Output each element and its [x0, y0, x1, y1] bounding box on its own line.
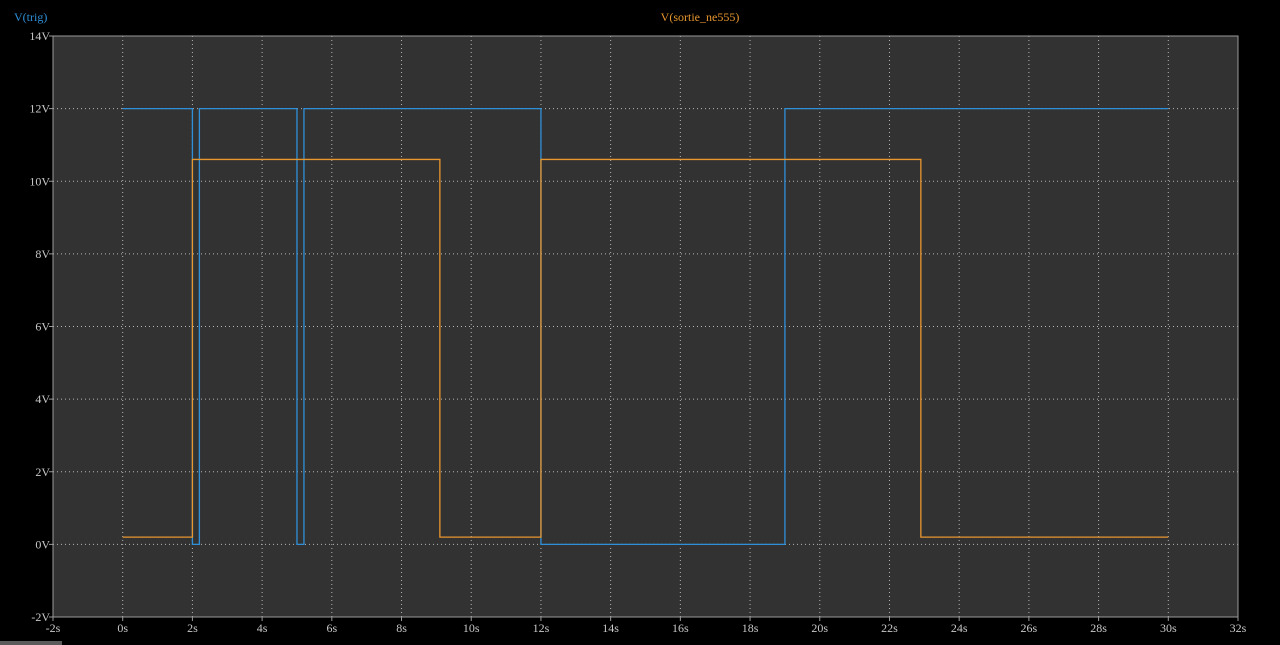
- waveform-plot[interactable]: -2s 0s 2s 4s 6s 8s 10s 12s 14s 16s 18s 20s 22s 24s 26s…: [0, 0, 1280, 645]
- y-tick-label: 2V: [35, 465, 50, 479]
- x-tick-label: 28s: [1090, 621, 1107, 635]
- x-tick-label: 4s: [257, 621, 268, 635]
- x-tick-label: 26s: [1021, 621, 1038, 635]
- x-tick-label: 14s: [602, 621, 619, 635]
- y-tick-label: 12V: [29, 102, 50, 116]
- y-tick-label: 4V: [35, 392, 50, 406]
- y-tick-label: 10V: [29, 174, 50, 188]
- x-tick-label: 24s: [951, 621, 968, 635]
- x-tick-label: 32s: [1230, 621, 1247, 635]
- y-tick-label: 8V: [35, 247, 50, 261]
- x-tick-label: 30s: [1160, 621, 1177, 635]
- y-tick-label: 0V: [35, 537, 50, 551]
- x-tick-label: 6s: [326, 621, 337, 635]
- x-tick-label: 16s: [672, 621, 689, 635]
- x-tick-label: 2s: [187, 621, 198, 635]
- y-tick-label: 14V: [29, 29, 50, 43]
- horizontal-scrollbar[interactable]: [0, 641, 62, 645]
- x-tick-label: 0s: [117, 621, 128, 635]
- x-tick-label: 20s: [811, 621, 828, 635]
- y-tick-label: -2V: [31, 610, 50, 624]
- x-tick-label: 12s: [533, 621, 550, 635]
- y-tick-label: 6V: [35, 320, 50, 334]
- x-tick-label: 22s: [881, 621, 898, 635]
- legend-v-sortie-ne555[interactable]: V(sortie_ne555): [661, 10, 740, 24]
- x-tick-label: 10s: [463, 621, 480, 635]
- x-tick-label: 18s: [742, 621, 759, 635]
- legend-v-trig[interactable]: V(trig): [14, 10, 47, 24]
- x-tick-label: 8s: [396, 621, 407, 635]
